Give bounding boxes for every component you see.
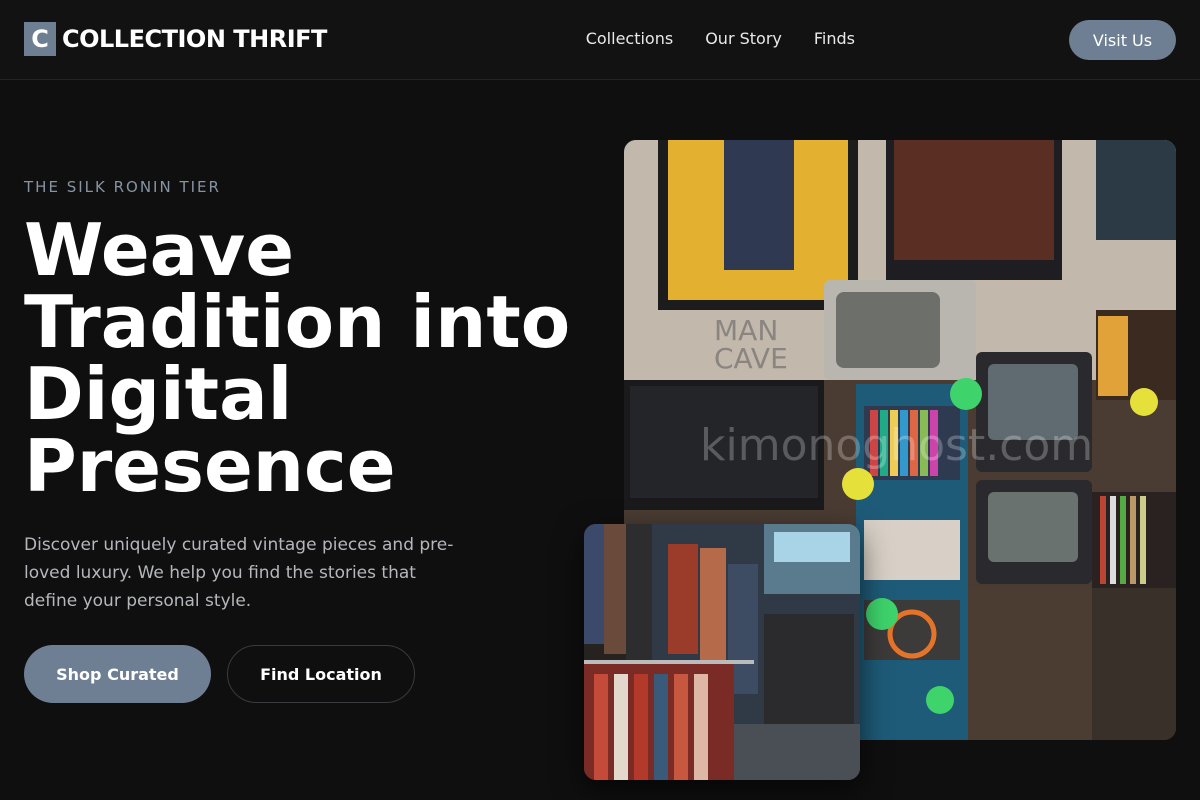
- clothing-racks-illustration: [584, 524, 860, 780]
- nav-link-finds[interactable]: Finds: [814, 29, 855, 48]
- headline-line: Presence: [24, 424, 396, 508]
- hero-eyebrow: THE SILK RONIN TIER: [24, 178, 221, 196]
- top-navigation: C COLLECTION THRIFT Collections Our Stor…: [0, 0, 1200, 80]
- find-location-button[interactable]: Find Location: [227, 645, 415, 703]
- nav-links: Collections Our Story Finds: [586, 29, 855, 48]
- shop-curated-button[interactable]: Shop Curated: [24, 645, 211, 703]
- headline-line: Weave: [24, 208, 295, 292]
- brand-name: COLLECTION THRIFT: [62, 25, 327, 53]
- hero-image-clothing-racks: [584, 524, 860, 780]
- hero-headline: Weave Tradition into Digital Presence: [24, 214, 614, 502]
- brand-logo[interactable]: C COLLECTION THRIFT: [24, 22, 327, 56]
- svg-text:CAVE: CAVE: [714, 342, 788, 375]
- hero-description: Discover uniquely curated vintage pieces…: [24, 535, 454, 611]
- headline-line: Tradition into: [24, 280, 571, 364]
- headline-line: Digital: [24, 352, 293, 436]
- nav-link-our-story[interactable]: Our Story: [705, 29, 782, 48]
- visit-us-button[interactable]: Visit Us: [1069, 20, 1176, 60]
- brand-logo-mark: C: [24, 22, 56, 56]
- nav-link-collections[interactable]: Collections: [586, 29, 673, 48]
